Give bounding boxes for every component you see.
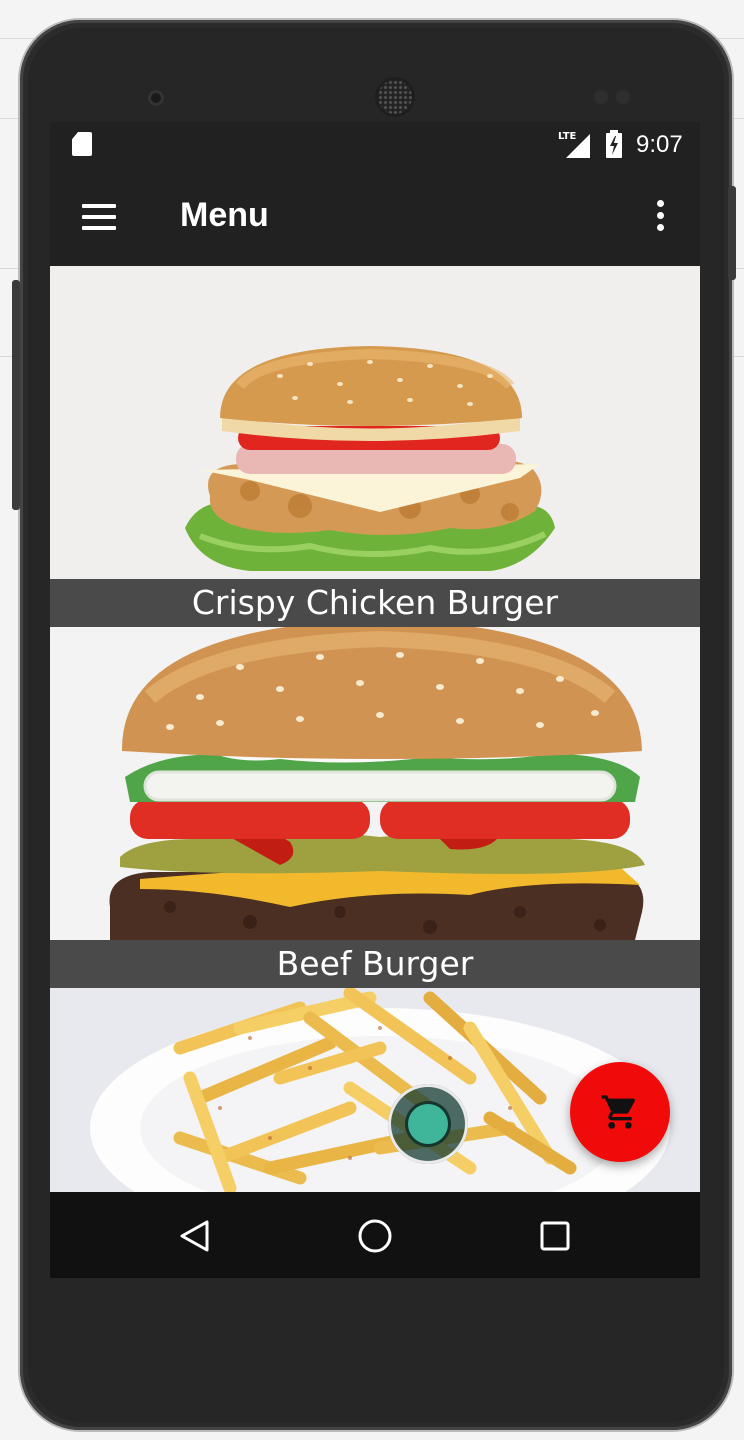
back-triangle-icon[interactable] xyxy=(176,1216,216,1256)
light-sensor xyxy=(616,90,630,104)
touch-indicator xyxy=(388,1084,468,1164)
item-caption: Beef Burger xyxy=(50,940,700,988)
power-button xyxy=(728,186,736,280)
more-vert-icon[interactable] xyxy=(650,200,670,236)
menu-item-crispy-chicken-burger[interactable]: Crispy Chicken Burger xyxy=(50,266,700,627)
beef-burger-photo xyxy=(50,627,700,940)
item-caption: Crispy Chicken Burger xyxy=(50,579,700,627)
app-bar: Menu xyxy=(50,168,700,266)
page-title: Menu xyxy=(180,196,269,234)
device-screen: LTE 9:07 Menu Crispy Chicken Burger Beef… xyxy=(50,122,700,1278)
crispy-chicken-burger-photo xyxy=(50,266,700,579)
proximity-sensor xyxy=(594,90,608,104)
hamburger-menu-icon[interactable] xyxy=(82,204,118,230)
recents-square-icon[interactable] xyxy=(535,1216,575,1256)
signal-icon xyxy=(566,134,590,158)
shopping-cart-icon xyxy=(601,1095,636,1129)
menu-item-beef-burger[interactable]: Beef Burger xyxy=(50,627,700,988)
sd-card-icon xyxy=(72,132,92,156)
front-camera xyxy=(148,90,164,106)
home-circle-icon[interactable] xyxy=(355,1216,395,1256)
battery-charging-icon xyxy=(606,130,622,158)
status-bar: LTE 9:07 xyxy=(50,122,700,168)
earpiece-speaker xyxy=(378,80,412,114)
system-navigation-bar xyxy=(50,1192,700,1278)
cart-fab-button[interactable] xyxy=(570,1062,670,1162)
volume-button xyxy=(12,280,20,510)
status-clock: 9:07 xyxy=(636,131,683,158)
